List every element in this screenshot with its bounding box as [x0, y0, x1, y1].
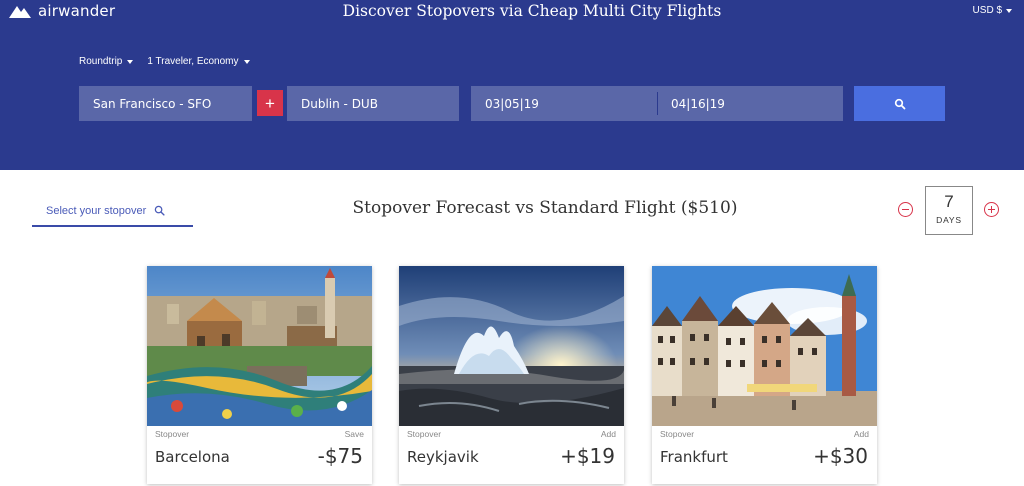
search-icon [894, 98, 905, 109]
card-action-label: Add [853, 429, 869, 439]
origin-input[interactable]: San Francisco - SFO [79, 86, 252, 121]
minus-circle-icon[interactable] [898, 202, 913, 217]
origin-value: San Francisco - SFO [93, 96, 212, 111]
return-date-input[interactable]: 04|16|19 [671, 86, 725, 121]
reykjavik-photo [399, 266, 624, 426]
date-range-field: 03|05|19 04|16|19 [471, 86, 843, 121]
days-label: DAYS [936, 215, 962, 225]
frankfurt-photo [652, 266, 877, 426]
card-meta: Stopover Save [155, 429, 364, 439]
chevron-down-icon [243, 59, 250, 64]
header: airwander Discover Stopovers via Cheap M… [0, 0, 1024, 170]
card-price: +$19 [560, 444, 615, 468]
depart-date-input[interactable]: 03|05|19 [485, 86, 539, 121]
destination-value: Dublin - DUB [301, 96, 378, 111]
card-city: Barcelona [155, 448, 230, 466]
plus-circle-icon[interactable] [984, 202, 999, 217]
page-title: Discover Stopovers via Cheap Multi City … [342, 2, 722, 20]
trip-type-dropdown[interactable]: Roundtrip [79, 56, 134, 67]
barcelona-photo [147, 266, 372, 426]
trip-type-label: Roundtrip [79, 56, 123, 67]
chevron-down-icon [1006, 8, 1012, 13]
card-action-label: Save [344, 429, 364, 439]
currency-selector[interactable]: USD $ [973, 5, 1012, 16]
days-counter: 7 DAYS [925, 186, 973, 235]
add-stopover-button[interactable]: + [257, 90, 283, 116]
days-value: 7 [944, 192, 954, 211]
card-price: -$75 [317, 444, 363, 468]
chevron-down-icon [127, 59, 134, 64]
travelers-label: 1 Traveler, Economy [147, 56, 239, 67]
card-city: Frankfurt [660, 448, 728, 466]
trip-options: Roundtrip 1 Traveler, Economy [79, 56, 250, 67]
card-action-label: Add [600, 429, 616, 439]
card-price: +$30 [813, 444, 868, 468]
destination-input[interactable]: Dublin - DUB [287, 86, 459, 121]
stopover-card-reykjavik[interactable]: Stopover Add Reykjavik +$19 [399, 266, 624, 484]
card-type-label: Stopover [155, 429, 190, 439]
card-type-label: Stopover [407, 429, 442, 439]
card-city: Reykjavik [407, 448, 479, 466]
stopover-card-barcelona[interactable]: Stopover Save Barcelona -$75 [147, 266, 372, 484]
forecast-heading: Stopover Forecast vs Standard Flight ($5… [352, 198, 738, 218]
date-divider [657, 92, 658, 115]
currency-label: USD $ [972, 5, 1002, 16]
card-type-label: Stopover [660, 429, 695, 439]
card-meta: Stopover Add [407, 429, 616, 439]
travelers-dropdown[interactable]: 1 Traveler, Economy [147, 56, 250, 67]
search-button[interactable] [854, 86, 945, 121]
card-meta: Stopover Add [660, 429, 869, 439]
stopover-card-frankfurt[interactable]: Stopover Add Frankfurt +$30 [652, 266, 877, 484]
